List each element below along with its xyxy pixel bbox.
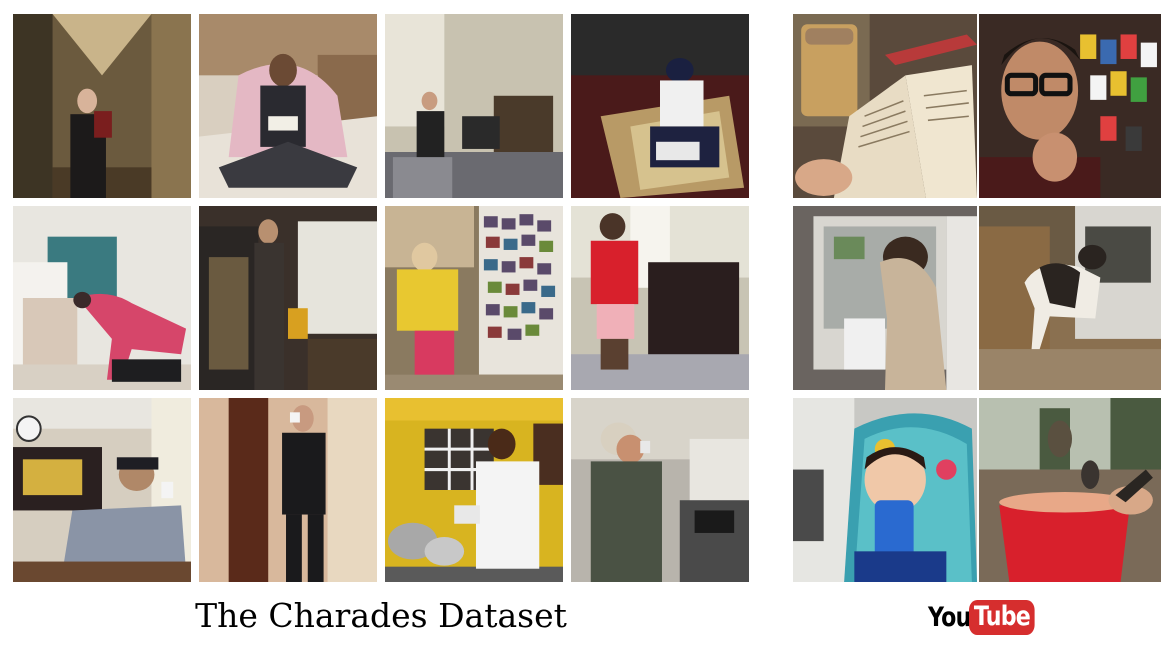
youtube-man-glasses [977, 14, 1161, 198]
charades-fridge-photos [385, 206, 563, 390]
charades-drinking-cap [13, 398, 191, 582]
charades-drinking-doorway [199, 398, 377, 582]
youtube-logo: You Tube [928, 598, 1049, 636]
charades-fridge-dark-kitchen [199, 206, 377, 390]
charades-reading-living-room [385, 14, 563, 198]
youtube-dog-fridge [793, 206, 977, 390]
youtube-toddler-cup [793, 398, 977, 582]
charades-reading-floor-box [571, 14, 749, 198]
charades-reading-kitchen-floor [199, 14, 377, 198]
youtube-dog-kitchen [977, 206, 1161, 390]
youtube-bird-cup [977, 398, 1161, 582]
charades-dataset-caption: The Charades Dataset [195, 596, 567, 635]
charades-image-grid [13, 14, 749, 582]
youtube-book-coffee [793, 14, 977, 198]
charades-drinking-kitchen-yellow [385, 398, 563, 582]
charades-drinking-kitchen-grey [571, 398, 749, 582]
charades-fridge-red-shirt [571, 206, 749, 390]
youtube-image-grid [793, 14, 1161, 582]
youtube-logo-tube: Tube [968, 599, 1035, 635]
charades-fridge-bending [13, 206, 191, 390]
charades-reading-hallway [13, 14, 191, 198]
youtube-logo-you: You [928, 601, 971, 633]
